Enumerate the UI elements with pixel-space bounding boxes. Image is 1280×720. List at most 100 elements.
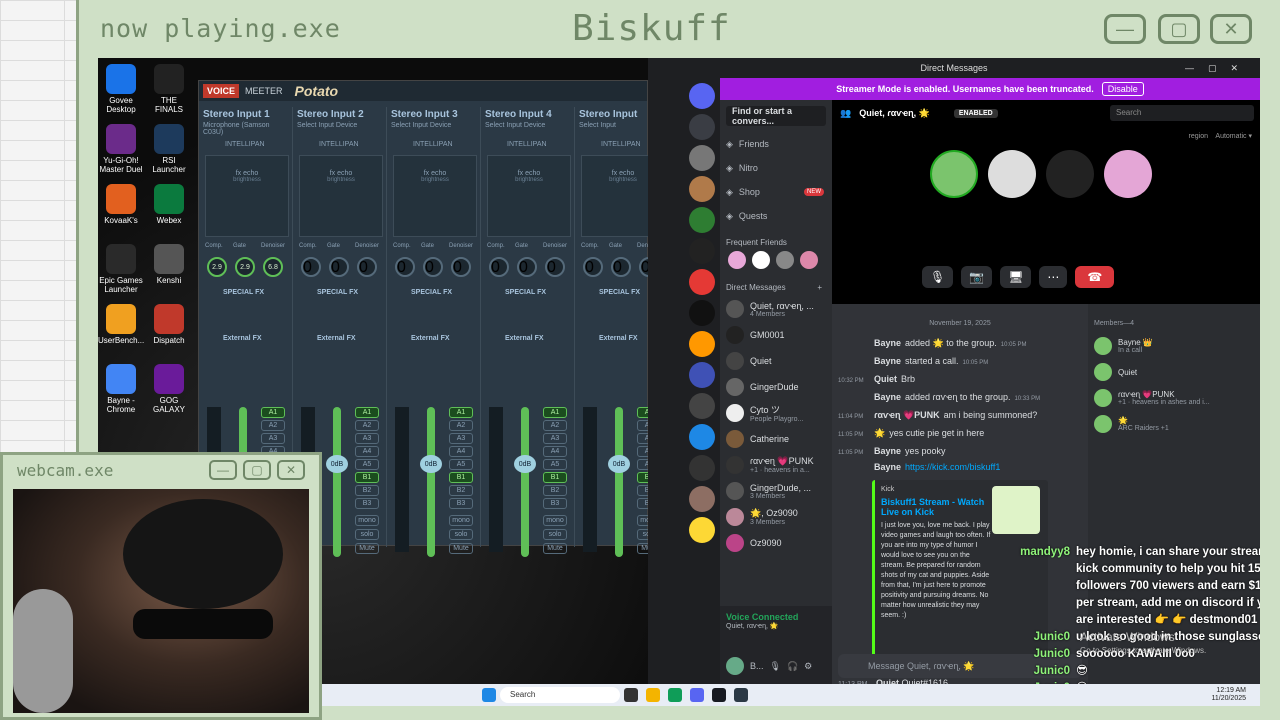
chat-search-input[interactable]: Search <box>1110 105 1254 121</box>
dm-list-item[interactable]: Cyto ツ People Playgro... <box>720 400 832 426</box>
mute-button[interactable]: Mute <box>355 543 379 554</box>
call-mic-icon[interactable]: 🎙 <box>922 266 954 288</box>
server-icon[interactable] <box>689 486 715 512</box>
denoiser-knob[interactable]: 6.8 <box>263 257 283 277</box>
gate-knob[interactable]: 0 <box>329 257 349 277</box>
fader-track[interactable] <box>615 407 623 557</box>
bus-a1-button[interactable]: A1 <box>543 407 567 418</box>
bus-a2-button[interactable]: A2 <box>449 420 473 431</box>
fader-track[interactable] <box>333 407 341 557</box>
desktop-icon[interactable]: KovaaK's <box>98 184 144 225</box>
bus-a3-button[interactable]: A3 <box>355 433 379 444</box>
bus-a1-button[interactable]: A1 <box>261 407 285 418</box>
server-icon[interactable] <box>689 393 715 419</box>
call-camera-icon[interactable]: 📷 <box>961 266 993 288</box>
bus-b3-button[interactable]: B3 <box>449 498 473 509</box>
friend-avatar[interactable] <box>728 251 746 269</box>
message-author[interactable]: Quiet <box>874 374 897 384</box>
discord-taskbar-icon[interactable] <box>690 688 704 702</box>
gate-knob[interactable]: 0 <box>423 257 443 277</box>
strip-device[interactable]: Select Input Device <box>293 122 386 129</box>
desktop-icon[interactable]: Yu-Gi-Oh! Master Duel <box>98 124 144 174</box>
message-author[interactable]: Bayne <box>874 356 901 366</box>
bus-a5-button[interactable]: A5 <box>543 459 567 470</box>
bus-a1-button[interactable]: A1 <box>355 407 379 418</box>
bus-a3-button[interactable]: A3 <box>543 433 567 444</box>
dm-list-item[interactable]: Catherine <box>720 426 832 452</box>
desktop-icon[interactable]: Kenshi <box>146 244 192 285</box>
strip-device[interactable]: Select Input Device <box>481 122 574 129</box>
dm-list-item[interactable]: GingerDude, ... 3 Members <box>720 478 832 504</box>
nav-friends[interactable]: ◈ Friends <box>720 132 832 156</box>
fader-track[interactable] <box>521 407 529 557</box>
intellipan-pad[interactable]: fx echo brightness <box>393 155 477 237</box>
voicemeeter-taskbar-icon[interactable] <box>734 688 748 702</box>
server-icon[interactable] <box>689 424 715 450</box>
fader-knob[interactable]: 0dB <box>326 455 348 473</box>
file-explorer-icon[interactable] <box>646 688 660 702</box>
denoiser-knob[interactable]: 0 <box>451 257 471 277</box>
message-author[interactable]: Bayne <box>874 462 901 472</box>
bus-a2-button[interactable]: A2 <box>355 420 379 431</box>
friend-avatar[interactable] <box>752 251 770 269</box>
strip-device[interactable]: Select Input Device <box>387 122 480 129</box>
task-view-icon[interactable] <box>624 688 638 702</box>
message-author[interactable]: Bayne <box>874 338 901 348</box>
mono-button[interactable]: mono <box>355 515 379 526</box>
bus-b1-button[interactable]: B1 <box>543 472 567 483</box>
hang-up-icon[interactable]: ☎ <box>1075 266 1115 288</box>
frame-close-button[interactable]: ✕ <box>1210 14 1252 44</box>
bus-a2-button[interactable]: A2 <box>543 420 567 431</box>
member-item[interactable]: ɾαѵҽɳ 💗PUNK +1 · heavens in ashes and i..… <box>1088 385 1260 411</box>
nav-nitro[interactable]: ◈ Nitro <box>720 156 832 180</box>
bus-b1-button[interactable]: B1 <box>355 472 379 483</box>
participant-avatar[interactable] <box>1046 150 1094 198</box>
discord-home-icon[interactable] <box>689 83 715 109</box>
disable-streamer-mode-button[interactable]: Disable <box>1101 82 1144 96</box>
bus-b3-button[interactable]: B3 <box>543 498 567 509</box>
gate-knob[interactable]: 2.9 <box>235 257 255 277</box>
bus-a1-button[interactable]: A1 <box>449 407 473 418</box>
bus-a5-button[interactable]: A5 <box>449 459 473 470</box>
server-icon[interactable] <box>689 362 715 388</box>
mute-button[interactable]: Mute <box>449 543 473 554</box>
window-controls[interactable]: —▢✕ <box>1185 63 1252 74</box>
webcam-minimize-button[interactable]: — <box>209 460 237 480</box>
comp-knob[interactable]: 0 <box>583 257 603 277</box>
bus-a2-button[interactable]: A2 <box>261 420 285 431</box>
solo-button[interactable]: solo <box>449 529 473 540</box>
bus-a4-button[interactable]: A4 <box>543 446 567 457</box>
mute-button[interactable]: Mute <box>543 543 567 554</box>
member-item[interactable]: Bayne 👑 In a call <box>1088 333 1260 359</box>
bus-b2-button[interactable]: B2 <box>449 485 473 496</box>
settings-gear-icon[interactable]: ⚙ <box>804 661 812 672</box>
member-item[interactable]: Quiet <box>1088 359 1260 385</box>
bus-a4-button[interactable]: A4 <box>355 446 379 457</box>
bus-b3-button[interactable]: B3 <box>355 498 379 509</box>
dm-list-item[interactable]: GingerDude <box>720 374 832 400</box>
frame-maximize-button[interactable]: ▢ <box>1158 14 1200 44</box>
intellipan-pad[interactable]: fx echo brightness <box>487 155 571 237</box>
comp-knob[interactable]: 0 <box>301 257 321 277</box>
message-author[interactable]: ɾαѵҽɳ 💗PUNK <box>874 410 940 420</box>
dm-list-item[interactable]: Oz9090 <box>720 530 832 556</box>
friend-avatar[interactable] <box>776 251 794 269</box>
mono-button[interactable]: mono <box>543 515 567 526</box>
denoiser-knob[interactable]: 0 <box>545 257 565 277</box>
webcam-maximize-button[interactable]: ▢ <box>243 460 271 480</box>
bus-a3-button[interactable]: A3 <box>449 433 473 444</box>
intellipan-pad[interactable]: fx echo brightness <box>205 155 289 237</box>
dm-list-item[interactable]: Quiet, ɾαѵҽɳ, ... 4 Members <box>720 296 832 322</box>
screen-share-icon[interactable]: 🖥 <box>1000 266 1032 288</box>
server-icon[interactable] <box>689 300 715 326</box>
mic-icon[interactable]: 🎙 <box>770 661 781 672</box>
strip-name[interactable]: Stereo Input 2 <box>293 107 386 122</box>
participant-avatar[interactable] <box>930 150 978 198</box>
fader-knob[interactable]: 0dB <box>420 455 442 473</box>
server-icon[interactable] <box>689 114 715 140</box>
strip-name[interactable]: Stereo Input 1 <box>199 107 292 122</box>
desktop-icon[interactable]: Bayne - Chrome <box>98 364 144 414</box>
server-icon[interactable] <box>689 207 715 233</box>
message-text[interactable]: https://kick.com/biskuff1 <box>905 462 1000 472</box>
embed-title-link[interactable]: Biskuff1 Stream - Watch Live on Kick <box>881 497 993 517</box>
